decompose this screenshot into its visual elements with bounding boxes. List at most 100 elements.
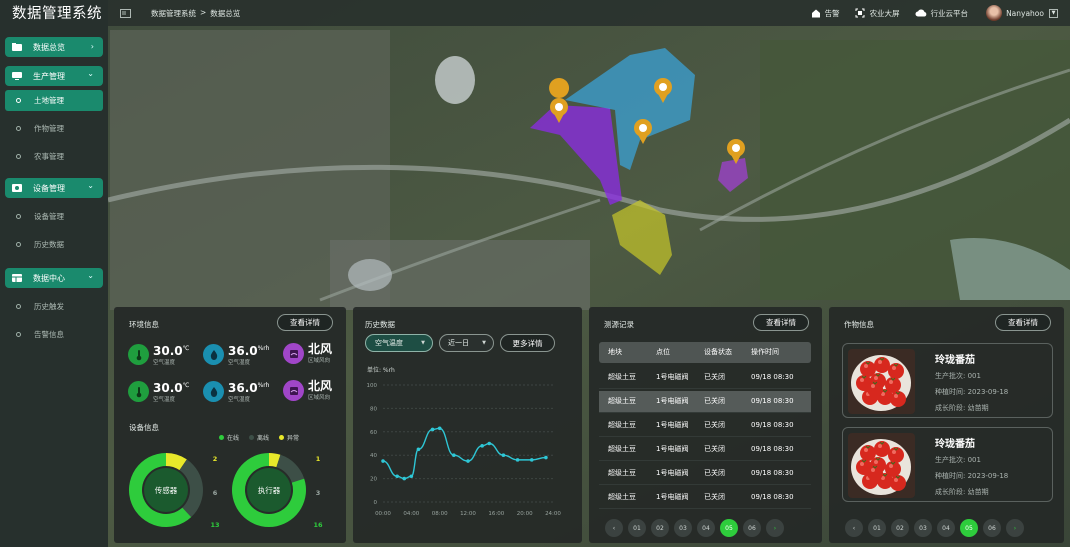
page-number[interactable]: 04: [697, 519, 715, 537]
table-row[interactable]: 超级土豆 1号电磁阀 已关闭 09/18 08:30: [599, 391, 811, 413]
sidebar-item-label: 历史触发: [34, 301, 64, 311]
table-cell: 超级土豆: [608, 421, 636, 429]
prev-page-button[interactable]: ‹: [845, 519, 863, 537]
next-page-button[interactable]: ›: [766, 519, 784, 537]
env-detail-button[interactable]: 查看详情: [277, 314, 333, 331]
page-number[interactable]: 01: [628, 519, 646, 537]
alarm-button[interactable]: 告警: [811, 8, 840, 19]
y-tick-label: 100: [367, 383, 378, 389]
metric-select[interactable]: 空气温度 ▼: [365, 334, 433, 352]
data-point: [487, 441, 492, 446]
page-number[interactable]: 05: [960, 519, 978, 537]
sidebar-item-label: 土地管理: [34, 96, 64, 105]
sidebar-group-production[interactable]: 生产管理 ⌄: [5, 66, 103, 86]
menu-toggle-icon[interactable]: [120, 8, 131, 18]
page-number[interactable]: 03: [674, 519, 692, 537]
crop-card[interactable]: 玲珑番茄 生产批次: 001 种植时间: 2023-09-18 成长阶段: 幼苗期: [842, 343, 1053, 418]
legend-label: 离线: [257, 435, 270, 442]
donut-label: 执行器: [258, 485, 281, 495]
env-label: 空气湿度: [228, 360, 251, 366]
crop-detail-button[interactable]: 查看详情: [995, 314, 1051, 331]
page-number[interactable]: 02: [891, 519, 909, 537]
breadcrumb: 数据管理系统 > 数据总览: [151, 8, 240, 19]
chevron-right-icon: ›: [90, 42, 94, 51]
sidebar-item-alarms[interactable]: 告警信息: [5, 324, 103, 344]
wind-icon: [283, 343, 304, 364]
page-number[interactable]: 01: [868, 519, 886, 537]
prev-page-button[interactable]: ‹: [605, 519, 623, 537]
env-unit: %rh: [257, 382, 270, 389]
table-cell: 1号电磁阀: [656, 397, 689, 405]
page-number[interactable]: 03: [914, 519, 932, 537]
env-value: 北风: [308, 343, 332, 355]
table-cell: 已关闭: [704, 493, 725, 501]
env-reading-text: 36.0%rh 空气湿度: [228, 380, 269, 403]
thermometer-icon: [128, 381, 149, 402]
chevron-down-icon: ▼: [1049, 8, 1058, 18]
bullet-icon: [16, 331, 21, 337]
page-number[interactable]: 05: [720, 519, 738, 537]
env-reading: 36.0%rh 空气湿度: [203, 343, 269, 366]
caret-down-icon: ▼: [421, 340, 425, 346]
bullet-icon: [16, 153, 21, 159]
env-reading: 36.0%rh 空气湿度: [203, 380, 269, 403]
droplet-icon: [203, 344, 224, 365]
chevron-down-icon: ⌄: [87, 181, 94, 190]
thermometer-icon: [128, 344, 149, 365]
breadcrumb-item[interactable]: 数据管理系统: [151, 8, 196, 19]
table-row[interactable]: 超级土豆 1号电磁阀 已关闭 09/18 08:30: [599, 415, 811, 437]
sidebar-group-label: 数据中心: [33, 273, 65, 283]
panel-title: 测源记录: [604, 320, 634, 329]
range-select[interactable]: 近一日 ▼: [439, 334, 494, 352]
page-number[interactable]: 04: [937, 519, 955, 537]
data-point: [529, 458, 534, 462]
table-cell: 09/18 08:30: [751, 373, 794, 381]
sidebar-item-crop[interactable]: 作物管理: [5, 118, 103, 138]
sidebar-group-overview[interactable]: 数据总览 ›: [5, 37, 103, 57]
page-number[interactable]: 06: [743, 519, 761, 537]
more-details-button[interactable]: 更多详情: [500, 334, 555, 352]
breadcrumb-separator: >: [200, 7, 207, 17]
data-point: [402, 476, 407, 481]
table-cell: 超级土豆: [608, 445, 636, 453]
table-row[interactable]: 超级土豆 1号电磁阀 已关闭 09/18 08:30: [599, 439, 811, 461]
avatar: [986, 5, 1003, 21]
big-screen-button[interactable]: 农业大屏: [855, 8, 900, 19]
cloud-platform-button[interactable]: 行业云平台: [915, 8, 968, 19]
inspection-detail-button[interactable]: 查看详情: [753, 314, 809, 331]
next-page-button[interactable]: ›: [1006, 519, 1024, 537]
app-title: 数据管理系统: [12, 6, 102, 22]
x-tick-label: 08:00: [432, 511, 448, 517]
sidebar-item-label: 告警信息: [34, 329, 64, 339]
sidebar-item-trigger-history[interactable]: 历史触发: [5, 296, 103, 316]
crop-planted: 种植时间: 2023-09-18: [935, 472, 1009, 480]
device-donut-charts: 传感器2613执行器1316: [129, 453, 323, 529]
sidebar-item-land[interactable]: 土地管理: [5, 90, 103, 111]
sidebar-group-device[interactable]: 设备管理 ⌄: [5, 178, 103, 198]
y-tick-label: 60: [370, 430, 377, 436]
y-tick-label: 20: [370, 477, 377, 483]
sidebar-group-label: 数据总览: [33, 42, 65, 52]
env-label: 空气温度: [153, 360, 176, 366]
data-point: [409, 474, 414, 479]
data-point: [437, 426, 442, 431]
table-row[interactable]: 超级土豆 1号电磁阀 已关闭 09/18 08:30: [599, 367, 811, 389]
device-legend: 在线 离线 异常: [219, 433, 299, 442]
sidebar-item-device-mgmt[interactable]: 设备管理: [5, 206, 103, 226]
donut-label: 传感器: [155, 485, 178, 495]
sidebar-group-data-center[interactable]: 数据中心 ⌄: [5, 268, 103, 288]
env-unit: ℃: [182, 382, 190, 389]
page-number[interactable]: 06: [983, 519, 1001, 537]
crop-card[interactable]: 玲珑番茄 生产批次: 001 种植时间: 2023-09-18 成长阶段: 幼苗期: [842, 427, 1053, 502]
data-point: [395, 474, 399, 479]
env-reading-text: 30.0℃ 空气温度: [153, 380, 189, 403]
page-number[interactable]: 02: [651, 519, 669, 537]
table-row[interactable]: 超级土豆 1号电磁阀 已关闭 09/18 08:30: [599, 463, 811, 485]
table-cell: 1号电磁阀: [656, 445, 689, 453]
legend-swatch: [249, 435, 255, 440]
user-menu[interactable]: Nanyahoo ▼: [986, 5, 1058, 21]
table-row[interactable]: 超级土豆 1号电磁阀 已关闭 09/18 08:30: [599, 487, 811, 509]
sidebar-item-history[interactable]: 历史数据: [5, 234, 103, 254]
env-value: 30.0℃: [153, 343, 189, 357]
sidebar-item-farming[interactable]: 农事管理: [5, 146, 103, 166]
